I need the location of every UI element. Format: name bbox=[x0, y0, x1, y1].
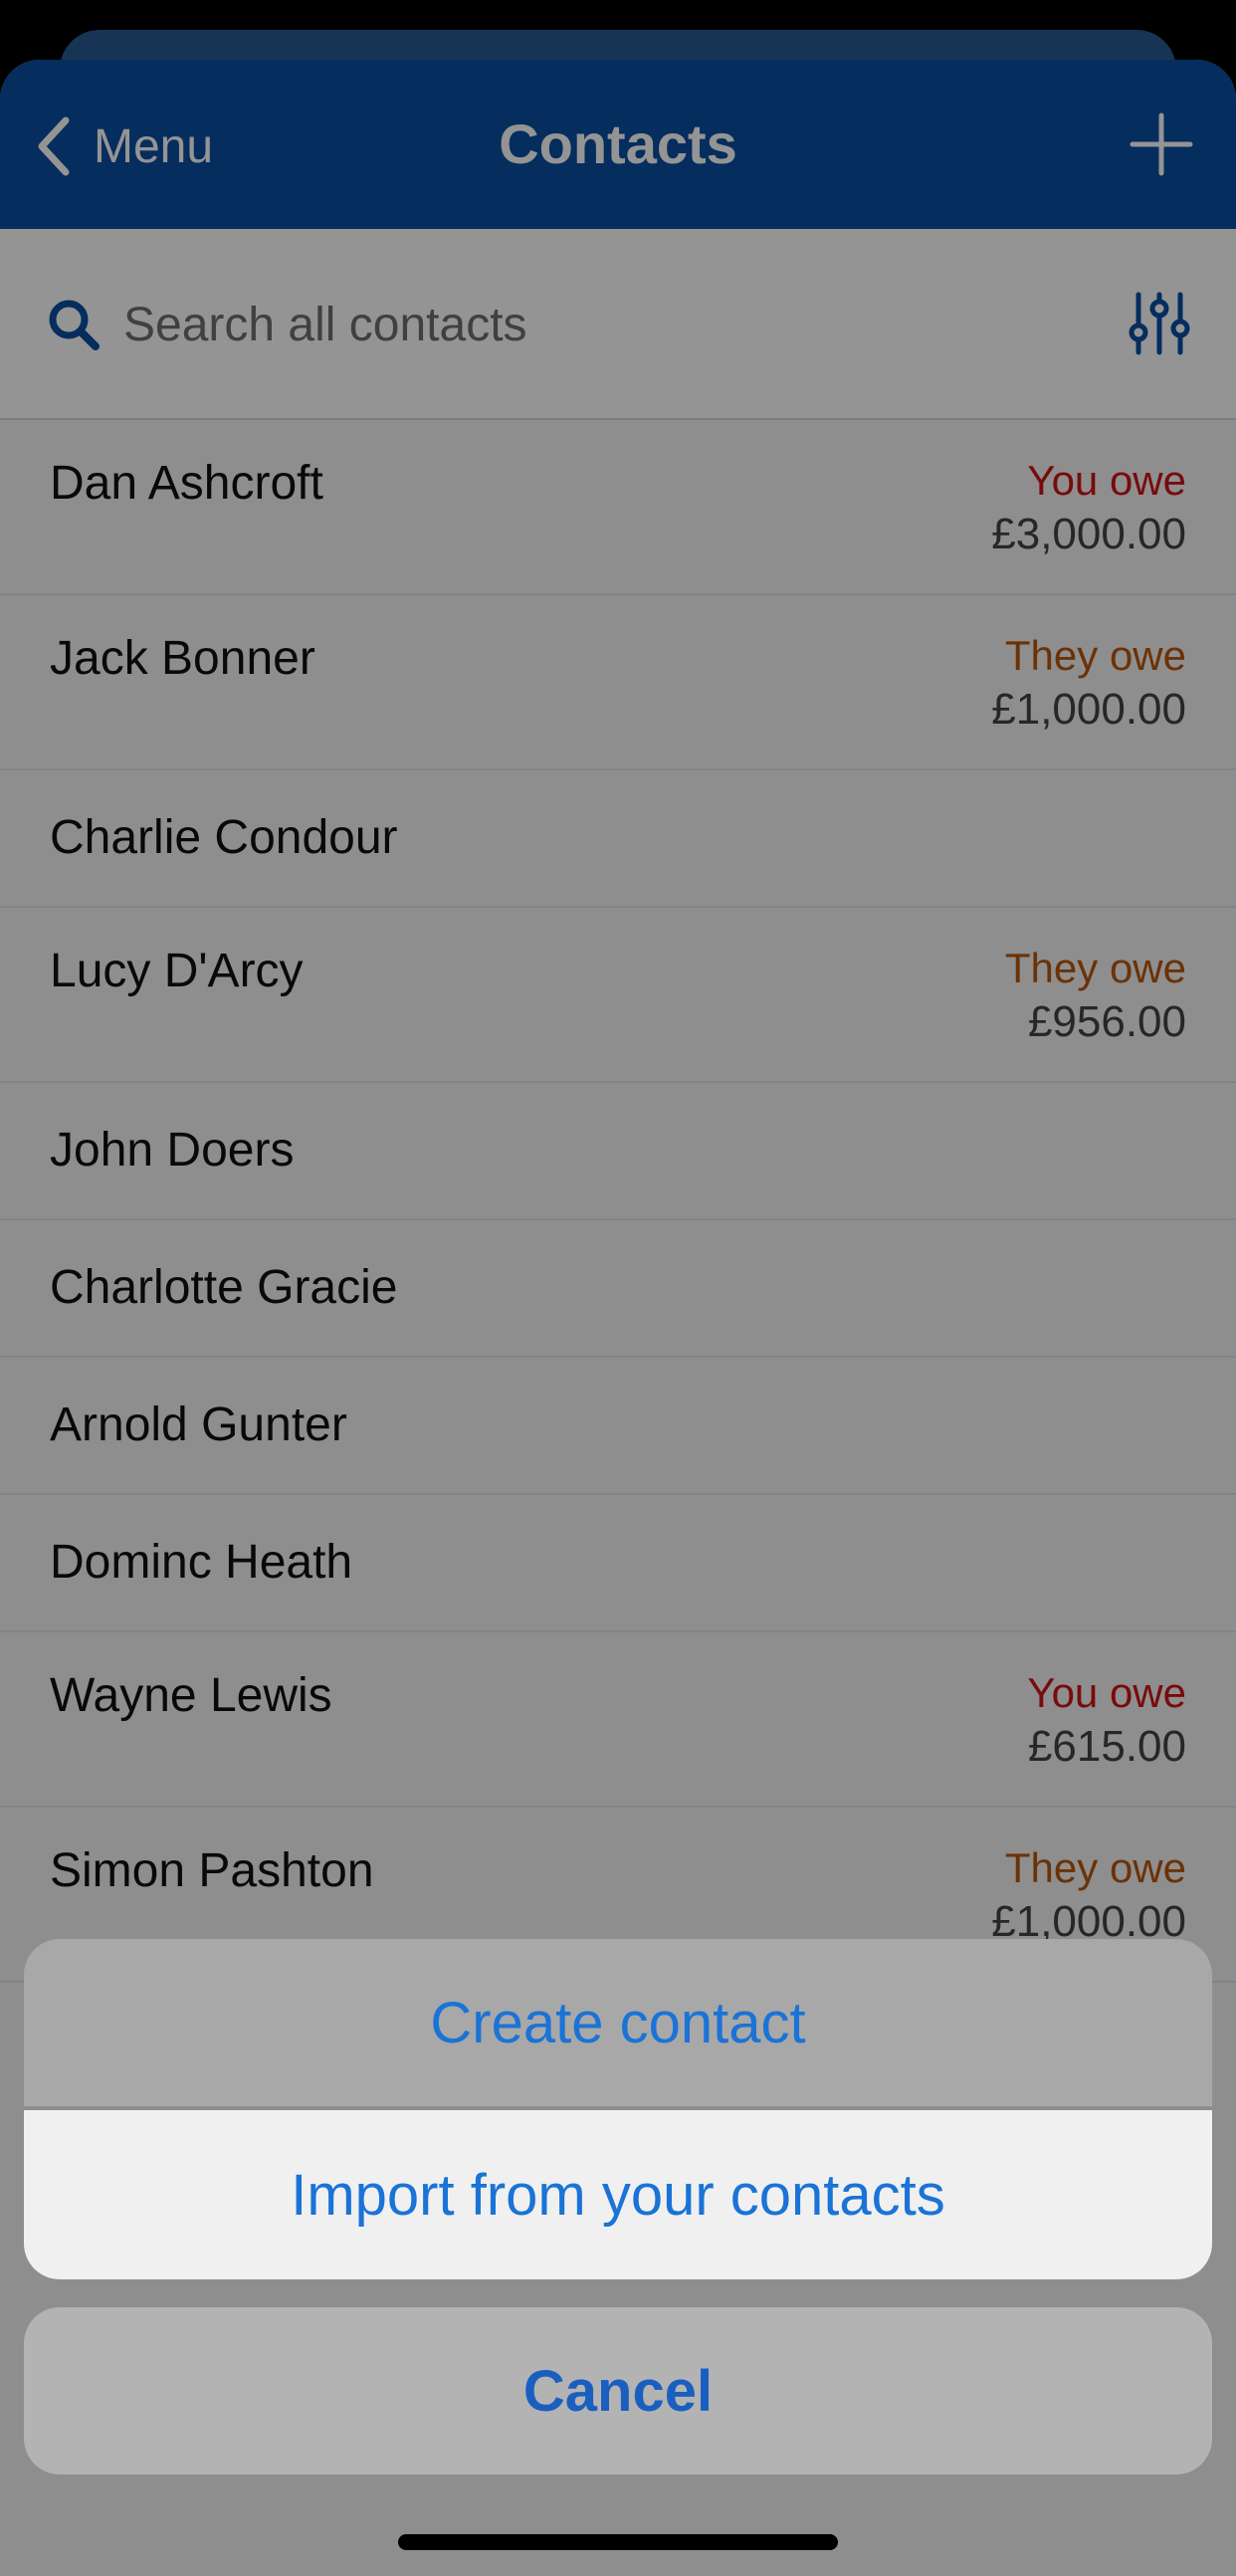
home-indicator bbox=[398, 2534, 838, 2550]
import-contacts-button[interactable]: Import from your contacts bbox=[24, 2110, 1212, 2279]
create-contact-button[interactable]: Create contact bbox=[24, 1939, 1212, 2106]
screen: Menu Contacts Search all contacts Dan As… bbox=[0, 0, 1236, 2576]
cancel-button[interactable]: Cancel bbox=[24, 2307, 1212, 2474]
action-sheet: Create contact Import from your contacts bbox=[24, 1939, 1212, 2279]
